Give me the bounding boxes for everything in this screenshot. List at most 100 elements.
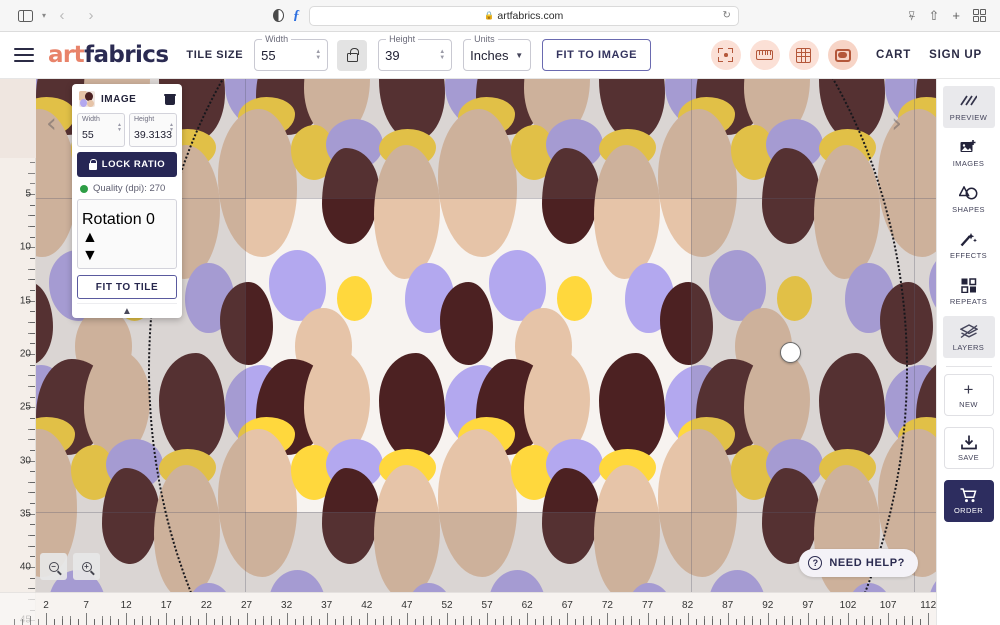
rotation-value: 0 (146, 211, 155, 228)
app-toolbar: artfabrics TILE SIZE Width 55 ▲ ▼ Height … (0, 32, 1000, 79)
images-icon (960, 139, 977, 156)
sidebar-action-new[interactable]: + NEW (943, 374, 994, 416)
forward-chevron-icon[interactable]: › (78, 5, 104, 27)
cart-button[interactable]: CART (876, 49, 911, 61)
lock-icon: 🔒 (484, 11, 495, 20)
right-sidebar: PREVIEW IMAGES SHAPES EFFECTS REPEATS LAYERS +… (936, 79, 1000, 625)
need-help-label: NEED HELP? (829, 557, 905, 569)
ruler-label: 82 (682, 600, 694, 611)
rounded-rect-icon[interactable] (827, 40, 858, 70)
sidebar-action-save[interactable]: SAVE (943, 427, 994, 469)
image-height-field[interactable]: Height 39.3133 ▲ ▼ (129, 113, 177, 147)
selection-ellipse[interactable] (148, 79, 908, 592)
ruler-label: 40 (19, 561, 31, 573)
hamburger-menu-icon[interactable] (14, 48, 34, 62)
sign-up-button[interactable]: SIGN UP (929, 49, 982, 61)
image-height-legend: Height (134, 116, 155, 123)
back-chevron-icon[interactable]: ‹ (49, 5, 75, 27)
lock-ratio-button[interactable]: LOCK RATIO (77, 152, 177, 177)
chevron-down-icon: ▼ (515, 50, 524, 60)
image-width-field[interactable]: Width 55 ▲ ▼ (77, 113, 125, 147)
sidebar-item-shapes[interactable]: SHAPES (943, 178, 995, 220)
tile-height-stepper[interactable]: ▲ ▼ (439, 49, 445, 61)
shapes-icon (959, 185, 978, 202)
tab-overview-icon[interactable] (973, 9, 986, 22)
next-chevron-icon[interactable]: › (891, 110, 902, 137)
sidebar-action-label: ORDER (953, 506, 984, 515)
prev-chevron-icon[interactable]: ‹ (46, 110, 57, 137)
zoom-controls: − + (40, 553, 100, 580)
fit-to-tile-button[interactable]: FIT TO TILE (77, 275, 177, 299)
layers-icon (959, 323, 978, 340)
ruler-label: 67 (561, 600, 573, 611)
need-help-button[interactable]: ? NEED HELP? (799, 549, 918, 577)
ruler-label: 10 (19, 241, 31, 253)
sidebar-item-label: IMAGES (952, 158, 985, 168)
rotation-stepper[interactable]: ▲ ▼ (82, 229, 98, 264)
reader-view-icon[interactable] (272, 9, 284, 22)
tile-size-label: TILE SIZE (186, 49, 244, 61)
ruler-label: 102 (839, 600, 857, 611)
sidebar-item-effects[interactable]: EFFECTS (943, 224, 995, 266)
units-value: Inches (470, 47, 509, 63)
downloads-icon[interactable]: ⍫ (908, 8, 916, 24)
focus-target-icon[interactable] (710, 40, 741, 70)
sidebar-item-repeats[interactable]: REPEATS (943, 270, 995, 312)
horizontal-ruler: 2 7 12 17 22 27 32 37 42 47 52 57 62 67 72 77 82 87 92 97 10… (0, 592, 936, 625)
fit-to-image-button[interactable]: FIT TO IMAGE (542, 39, 652, 71)
image-height-stepper[interactable]: ▲ ▼ (169, 123, 174, 133)
image-height-value: 39.3133 (134, 129, 172, 141)
zoom-out-icon[interactable]: − (40, 553, 67, 580)
image-width-legend: Width (82, 116, 100, 123)
sidebar-item-images[interactable]: IMAGES (943, 132, 995, 174)
ruler-label: 7 (83, 600, 89, 611)
reload-icon[interactable]: ↻ (722, 10, 730, 21)
ruler-label: 5 (25, 188, 31, 200)
grid-icon[interactable] (788, 40, 819, 70)
cart-icon (960, 487, 977, 504)
chevron-up-icon[interactable]: ▲ (77, 303, 177, 318)
zoom-in-icon[interactable]: + (73, 553, 100, 580)
ruler-label: 25 (19, 401, 31, 413)
ruler-label: 30 (19, 455, 31, 466)
lock-aspect-ratio-icon[interactable] (337, 39, 368, 71)
trash-icon[interactable] (164, 93, 176, 105)
address-bar[interactable]: 🔒 artfabrics.com ↻ (308, 5, 739, 26)
units-select[interactable]: Units Inches ▼ (463, 34, 532, 71)
pattern-blob (101, 467, 159, 564)
sidebar-toggle-icon[interactable] (12, 5, 38, 27)
tile-width-stepper[interactable]: ▲ ▼ (315, 49, 321, 61)
ruler-label: 77 (641, 600, 654, 611)
sidebar-action-order[interactable]: ORDER (943, 480, 994, 522)
plus-icon: + (963, 380, 974, 399)
extension-icon[interactable]: ƒ (293, 8, 300, 24)
sidebar-item-layers[interactable]: LAYERS (942, 316, 995, 358)
tile-height-field[interactable]: Height 39 ▲ ▼ (378, 34, 453, 71)
toolbar-right-group: CART SIGN UP (710, 40, 1000, 70)
artfabrics-logo[interactable]: artfabrics (48, 42, 169, 68)
sidebar-action-label: NEW (959, 400, 978, 409)
ruler-label: 12 (120, 600, 132, 611)
effects-wand-icon (960, 231, 977, 248)
sidebar-action-label: SAVE (957, 453, 980, 462)
browser-nav-group: ▾ ‹ › (0, 5, 104, 27)
tile-height-legend: Height (386, 34, 419, 44)
image-width-stepper[interactable]: ▲ ▼ (117, 123, 122, 133)
ruler-label: 87 (722, 600, 734, 611)
rotation-field[interactable]: Rotation 0 ▲ ▼ (77, 199, 177, 269)
share-icon[interactable]: ⇧ (929, 8, 940, 24)
ruler-label: 20 (19, 348, 31, 360)
ruler-icon[interactable] (749, 40, 780, 70)
browser-toolbar: ▾ ‹ › ƒ 🔒 artfabrics.com ↻ ⍫ ⇧ + (0, 0, 1000, 32)
new-tab-icon[interactable]: + (952, 8, 960, 23)
chevron-down-icon[interactable]: ▾ (42, 11, 46, 20)
ruler-label: 15 (19, 295, 31, 307)
repeats-icon (960, 277, 977, 294)
rotation-legend: Rotation (82, 211, 142, 228)
tile-width-legend: Width (262, 34, 292, 44)
resize-handle[interactable] (780, 342, 801, 363)
image-properties-panel[interactable]: IMAGE Width 55 ▲ ▼ Height 39.3133 ▲ ▼ LOCK… (72, 84, 182, 318)
sidebar-item-preview[interactable]: PREVIEW (942, 86, 995, 128)
ruler-label: 17 (160, 600, 172, 611)
tile-width-field[interactable]: Width 55 ▲ ▼ (254, 34, 329, 71)
